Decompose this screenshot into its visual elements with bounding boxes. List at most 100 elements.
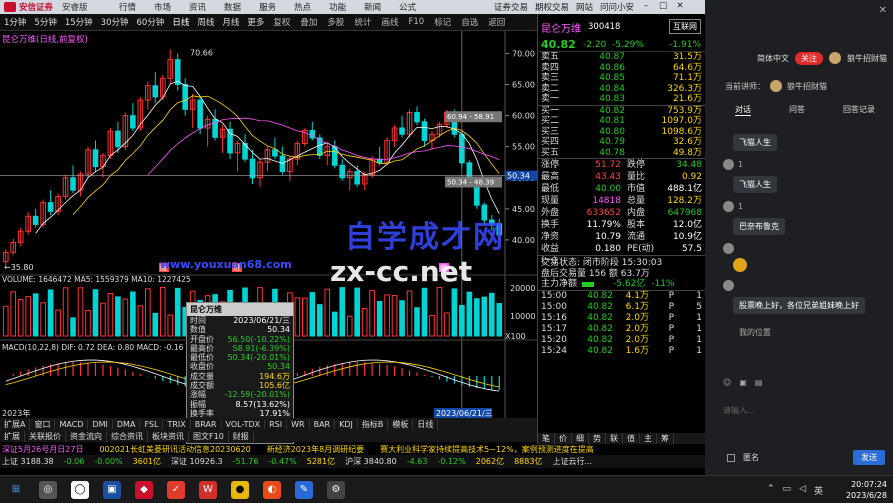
send-button[interactable]: 发送 bbox=[853, 450, 885, 465]
toolbar-tool[interactable]: 标记 bbox=[429, 16, 456, 28]
indicator-tab[interactable]: MACD bbox=[55, 419, 89, 429]
minimize-icon[interactable]: – bbox=[641, 1, 651, 13]
indicator-tab[interactable]: VOL-TDX bbox=[222, 419, 266, 429]
ticker-item[interactable]: 002021长虹美菱研讯活动信息20230620 bbox=[99, 444, 250, 455]
indicator-tab[interactable]: 日线 bbox=[413, 418, 439, 430]
tab-ask[interactable]: 问问小安 bbox=[600, 1, 634, 13]
toolbar-tool[interactable]: 统计 bbox=[349, 16, 376, 28]
folder-icon[interactable]: ▤ bbox=[755, 378, 763, 387]
period-week[interactable]: 周线 bbox=[193, 16, 218, 28]
period-1min[interactable]: 1分钟 bbox=[0, 16, 30, 28]
toolbar-tool[interactable]: 自选 bbox=[456, 16, 483, 28]
lang-select[interactable]: 简体中文 bbox=[757, 53, 789, 64]
period-day[interactable]: 日线 bbox=[168, 16, 193, 28]
toolbar-tool[interactable]: 复权 bbox=[268, 16, 295, 28]
info-tab[interactable]: 板块资讯 bbox=[148, 430, 189, 442]
settings-icon[interactable]: ⚙ bbox=[327, 480, 345, 499]
indicator-tab[interactable]: RSI bbox=[265, 419, 288, 429]
ime-indicator[interactable]: 英 bbox=[814, 484, 823, 497]
indicator-tab[interactable]: 指标B bbox=[358, 418, 389, 430]
info-tab[interactable]: 扩展 bbox=[0, 430, 25, 442]
tab-website[interactable]: 网站 bbox=[576, 1, 593, 13]
indicator-tab[interactable]: WR bbox=[287, 419, 310, 429]
toolbar-tool[interactable]: 返回 bbox=[483, 16, 510, 28]
chat-input-area[interactable]: ☺ ▣ ▤ 请输入... bbox=[723, 378, 888, 436]
app-icon[interactable]: ✎ bbox=[295, 480, 313, 499]
menu-item[interactable]: 热点 bbox=[285, 1, 320, 13]
app-icon[interactable]: ● bbox=[231, 480, 249, 499]
toolbar-tool[interactable]: F10 bbox=[403, 17, 429, 27]
maximize-icon[interactable]: □ bbox=[658, 1, 668, 13]
my-position[interactable]: 我的位置 bbox=[733, 324, 777, 341]
period-30min[interactable]: 30分钟 bbox=[97, 16, 133, 28]
emoji-picker-icon[interactable]: ☺ bbox=[723, 378, 731, 387]
info-tab[interactable]: 资金流向 bbox=[66, 430, 107, 442]
indicator-tab[interactable]: TRIX bbox=[163, 419, 191, 429]
menu-item[interactable]: 市场 bbox=[145, 1, 180, 13]
indicator-tab[interactable]: KDJ bbox=[335, 419, 358, 429]
info-tab[interactable]: 图文F10 bbox=[189, 430, 229, 442]
indicator-tab[interactable]: 窗口 bbox=[30, 418, 56, 430]
app-icon[interactable]: ◎ bbox=[39, 480, 57, 499]
image-icon[interactable]: ▣ bbox=[739, 378, 747, 387]
period-15min[interactable]: 15分钟 bbox=[61, 16, 97, 28]
app-icon[interactable]: W bbox=[199, 480, 217, 499]
app-icon[interactable]: ✓ bbox=[167, 480, 185, 499]
tab-records[interactable]: 回答记录 bbox=[843, 104, 875, 116]
indicator-tab[interactable]: BAR bbox=[310, 419, 336, 429]
indicator-tab[interactable]: DMI bbox=[88, 419, 113, 429]
quote-tab[interactable]: 势 bbox=[589, 433, 606, 444]
app-icon[interactable]: ◯ bbox=[71, 480, 89, 499]
chat-input[interactable]: 请输入... bbox=[723, 405, 888, 416]
quote-tab[interactable]: 细 bbox=[572, 433, 589, 444]
info-tab[interactable]: 关联报价 bbox=[25, 430, 66, 442]
indicator-tab[interactable]: 模板 bbox=[388, 418, 414, 430]
info-tab[interactable]: 综合资讯 bbox=[107, 430, 148, 442]
chevron-up-icon[interactable]: ⌃ bbox=[767, 484, 775, 497]
tab-qa[interactable]: 问答 bbox=[789, 104, 805, 116]
menu-item[interactable]: 行情 bbox=[110, 1, 145, 13]
tab-dialog[interactable]: 对话 bbox=[735, 104, 751, 116]
sector-badge[interactable]: 互联网 bbox=[669, 19, 701, 34]
menu-item[interactable]: 资讯 bbox=[180, 1, 215, 13]
toolbar-tool[interactable]: 叠加 bbox=[295, 16, 322, 28]
network-icon[interactable]: ▭ bbox=[783, 484, 792, 497]
tab-options-trade[interactable]: 期权交易 bbox=[535, 1, 569, 13]
start-icon[interactable]: ⊞ bbox=[7, 481, 25, 499]
quote-tab[interactable]: 筹 bbox=[657, 433, 674, 444]
ticker-item[interactable]: 深证5月26号月日27日 bbox=[2, 444, 83, 455]
ticker-item[interactable]: 赛大利业科学家持续提高技术5~12%，案例预测进度在提高 bbox=[380, 444, 594, 455]
period-month[interactable]: 月线 bbox=[218, 16, 243, 28]
menu-item[interactable]: 新闻 bbox=[355, 1, 390, 13]
toolbar-tool[interactable]: 多股 bbox=[322, 16, 349, 28]
anon-checkbox[interactable] bbox=[727, 453, 735, 462]
indicator-tab[interactable]: FSL bbox=[140, 419, 164, 429]
chat-close-icon[interactable]: ✕ bbox=[879, 5, 887, 16]
clock[interactable]: 20:07:24 2023/6/28 bbox=[846, 479, 887, 501]
quote-tab[interactable]: 值 bbox=[623, 433, 640, 444]
follow-button[interactable]: 关注 bbox=[795, 51, 823, 65]
quote-tab[interactable]: 主 bbox=[640, 433, 657, 444]
anon-option[interactable]: 匿名 bbox=[727, 452, 759, 463]
period-5min[interactable]: 5分钟 bbox=[30, 16, 60, 28]
menu-item[interactable]: 服务 bbox=[250, 1, 285, 13]
quote-tab[interactable]: 笔 bbox=[538, 433, 555, 444]
indicator-tab[interactable]: 扩展A bbox=[0, 418, 31, 430]
quote-tab[interactable]: 价 bbox=[555, 433, 572, 444]
menu-item[interactable]: 数据 bbox=[215, 1, 250, 13]
app-icon[interactable]: ◆ bbox=[135, 480, 153, 499]
app-icon[interactable]: ◐ bbox=[263, 480, 281, 499]
info-tab[interactable]: 财报 bbox=[229, 430, 254, 442]
period-60min[interactable]: 60分钟 bbox=[133, 16, 169, 28]
indicator-tab[interactable]: DMA bbox=[113, 419, 141, 429]
indicator-tab[interactable]: BRAR bbox=[191, 419, 222, 429]
close-icon[interactable]: ✕ bbox=[675, 1, 685, 13]
period-more[interactable]: 更多 bbox=[243, 16, 268, 28]
tab-securities-trade[interactable]: 证券交易 bbox=[494, 1, 528, 13]
menu-item[interactable]: 公式 bbox=[390, 1, 425, 13]
toolbar-tool[interactable]: 画线 bbox=[376, 16, 403, 28]
app-icon[interactable]: ▣ bbox=[103, 480, 121, 499]
volume-icon[interactable]: ◁ bbox=[799, 484, 806, 497]
ticker-item[interactable]: 新经济2023年8月调研纪要 bbox=[267, 444, 364, 455]
quote-tab[interactable]: 联 bbox=[606, 433, 623, 444]
